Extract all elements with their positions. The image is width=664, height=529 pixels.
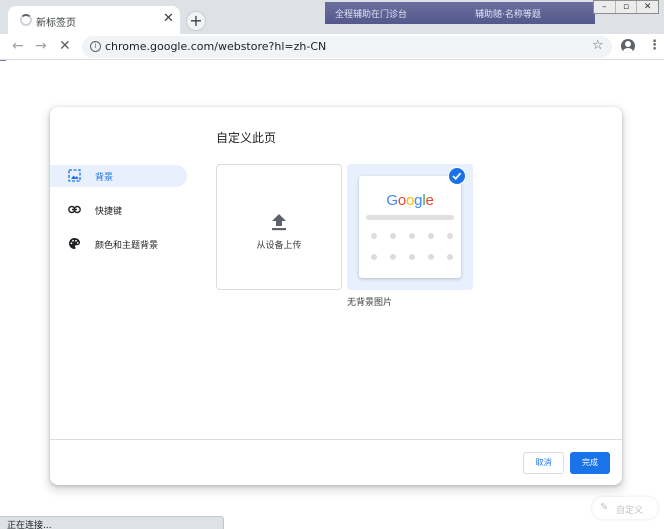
no-background-label: 无背景图片 [347, 298, 393, 308]
url-text[interactable]: chrome.google.com/webstore?hl=zh-CN [105, 40, 326, 53]
background-window-text: 全程辅助在门诊台 [335, 10, 408, 20]
image-icon [68, 169, 81, 182]
close-tab-icon[interactable]: ✕ [163, 11, 174, 27]
background-window-text: 辅助随·名称等题 [475, 10, 541, 20]
link-icon [68, 205, 81, 214]
selected-check-icon [448, 167, 466, 185]
browser-toolbar: ← → ✕ i chrome.google.com/webstore?hl=zh… [0, 34, 664, 60]
address-bar[interactable]: i chrome.google.com/webstore?hl=zh-CN ☆ [82, 36, 612, 58]
no-background-preview: Google [359, 176, 461, 278]
customize-label: 自定义 [616, 506, 644, 516]
status-bar: 正在连接... [0, 516, 224, 529]
window-controls: – ▫ ✕ [593, 0, 659, 14]
dialog-title: 自定义此页 [216, 131, 277, 145]
palette-icon [69, 238, 80, 249]
customize-dialog: 自定义此页 背景 快捷键 颜色和主题背景 从设备上传 Google 无背景图片 … [50, 107, 622, 485]
sidebar-item-label: 颜色和主题背景 [95, 241, 159, 251]
customize-button[interactable]: ✎ 自定义 [592, 497, 658, 519]
forward-arrow-icon[interactable]: → [35, 38, 47, 54]
tab-title: 新标签页 [36, 18, 76, 29]
sidebar-item-label: 背景 [95, 173, 114, 183]
loading-spinner-icon [20, 14, 32, 26]
sidebar-item-colors-themes[interactable]: 颜色和主题背景 [50, 233, 187, 255]
browser-titlebar: 全程辅助在门诊台 辅助随·名称等题 新标签页 ✕ + – ▫ ✕ [0, 0, 664, 34]
preview-search-bar [366, 215, 454, 220]
minimize-button[interactable]: – [594, 1, 616, 13]
preview-shortcut-row [371, 254, 453, 260]
profile-avatar-icon[interactable] [621, 39, 635, 53]
cancel-button[interactable]: 取消 [523, 452, 564, 474]
dialog-divider [50, 439, 622, 440]
site-info-icon[interactable]: i [90, 41, 101, 52]
upload-icon [272, 214, 286, 231]
bookmark-star-icon[interactable]: ☆ [592, 38, 604, 53]
maximize-button[interactable]: ▫ [616, 1, 638, 13]
back-arrow-icon[interactable]: ← [12, 38, 24, 54]
close-window-button[interactable]: ✕ [637, 1, 658, 13]
sidebar-item-label: 快捷键 [95, 207, 123, 217]
pencil-icon: ✎ [600, 502, 609, 513]
done-button[interactable]: 完成 [570, 452, 610, 474]
status-text: 正在连接... [7, 521, 52, 529]
preview-shortcut-row [371, 233, 453, 239]
google-logo: Google [386, 192, 434, 209]
menu-kebab-icon[interactable]: ⋮ [648, 38, 661, 54]
background-window: 全程辅助在门诊台 辅助随·名称等题 [325, 2, 595, 24]
no-background-tile[interactable]: Google [347, 164, 473, 290]
new-tab-button[interactable]: + [186, 11, 206, 31]
sidebar-item-background[interactable]: 背景 [50, 165, 187, 187]
sidebar-item-shortcuts[interactable]: 快捷键 [50, 199, 187, 221]
upload-label: 从设备上传 [256, 241, 302, 251]
browser-tab[interactable]: 新标签页 ✕ [8, 6, 180, 34]
upload-from-device-tile[interactable]: 从设备上传 [216, 164, 342, 290]
stop-loading-icon[interactable]: ✕ [59, 38, 71, 54]
